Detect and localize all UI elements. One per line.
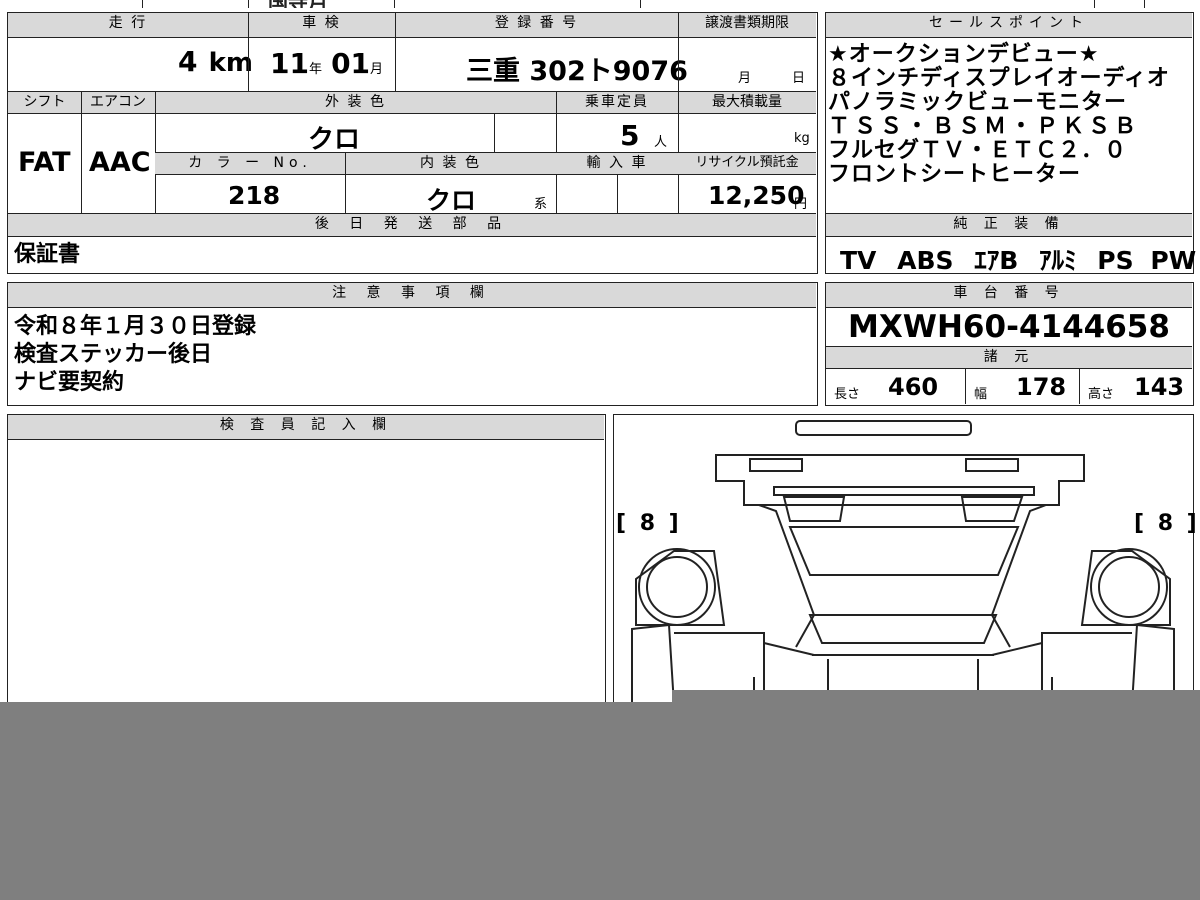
sales-points-list: ★オークションデビュー★ ８インチディスプレイオーディオ パノラミックビューモニ… [828,43,1170,187]
inspector-panel: 検 査 員 記 入 欄 [7,414,606,734]
equipment-item: ｱﾙﾐ [1039,246,1077,275]
import-label: 輸 入 車 [586,155,648,171]
later-parts-label: 後 日 発 送 部 品 [314,216,510,232]
top-strip-fragment: 国寺月 [268,0,368,8]
inspection-label: 車 検 [302,15,341,31]
color-no-value: 218 [228,181,281,210]
chassis-specs-panel: 車 台 番 号 MXWH60-4144658 諸 元 長さ 460 幅 178 … [825,282,1194,406]
interior-color-label: 内 装 色 [420,155,481,171]
equipment-item: TV [840,246,877,275]
sales-point-line: フロントシートヒーター [828,162,1082,187]
shift-label: シフト [23,94,66,110]
shift-value: FAT [18,147,71,178]
aircon-label: エアコン [90,94,146,110]
overlay-notch [672,690,1200,704]
width-value: 178 [1016,373,1067,401]
length-value: 460 [888,373,939,401]
width-label: 幅 [974,387,988,402]
registration-number: 三重 302ト9076 [466,56,688,87]
standard-equipment-label: 純 正 装 備 [953,216,1065,232]
exterior-color-value: クロ [308,125,361,155]
right-damage-marker: [ 8 ] [1134,511,1200,536]
sales-points-label: セールスポイント [929,15,1089,31]
equipment-item: ｴｱB [974,246,1019,275]
sales-point-line: ８インチディスプレイオーディオ [828,66,1170,91]
interior-color-value: クロ [426,186,477,215]
recycle-value: 12,250 [708,181,805,210]
sales-point-line: ＴＳＳ・ＢＳＭ・ＰＫＳＢ [828,114,1141,139]
mileage-value: 4 [178,45,198,78]
car-diagram-panel: [ 8 ] [ 8 ] [613,414,1197,734]
chassis-number: MXWH60-4144658 [848,309,1170,345]
notes-lines: 令和８年１月３０日登録 検査ステッカー後日 ナビ要契約 [14,313,256,397]
capacity-label: 乗車定員 [585,94,649,110]
shift-cell: FAT [8,113,81,213]
note-line: 令和８年１月３０日登録 [14,314,257,339]
transfer-month-unit: 月 [738,71,752,86]
mileage-label: 走 行 [108,15,148,31]
equipment-item: PS [1097,246,1134,275]
aircon-cell: AAC [81,113,155,213]
notes-panel: 注 意 事 項 欄 令和８年１月３０日登録 検査ステッカー後日 ナビ要契約 [7,282,818,406]
interior-color-suffix: 系 [534,197,548,212]
recycle-label: リサイクル預託金 [695,155,799,170]
mileage-value-group: 4 km [178,45,253,78]
height-value: 143 [1134,373,1185,401]
chassis-label: 車 台 番 号 [953,285,1065,301]
registration-label: 登 録 番 号 [494,15,579,31]
mileage-unit: km [208,48,253,78]
notes-label: 注 意 事 項 欄 [332,285,492,301]
left-damage-marker: [ 8 ] [616,511,682,536]
inspection-year: 11 [270,47,309,80]
bottom-overlay [0,702,1200,900]
transfer-day-unit: 日 [792,71,806,86]
sales-point-line: パノラミックビューモニター [828,90,1128,115]
transfer-deadline-label: 譲渡書類期限 [705,15,789,31]
exterior-color-label: 外 装 色 [325,94,386,110]
max-load-unit: kg [794,131,810,146]
vehicle-info-panel: 走 行 車 検 登 録 番 号 譲渡書類期限 4 km 11年 01月 三重 3… [7,12,818,274]
later-parts-value: 保証書 [14,242,81,267]
car-outline-diagram [631,420,1175,715]
height-label: 高さ [1088,387,1115,402]
equipment-item: ABS [897,246,954,275]
sales-point-line: フルセグＴＶ・ＥＴＣ２．０ [828,138,1128,163]
capacity-unit: 人 [654,135,668,150]
top-strip: 国寺月 [0,0,1200,8]
color-no-label: カ ラ ー No. [188,155,312,171]
inspection-year-unit: 年 [308,62,322,77]
sales-point-line: ★オークションデビュー★ [828,42,1100,67]
capacity-value: 5 [620,119,640,152]
specs-label: 諸 元 [983,349,1035,365]
aircon-value: AAC [89,147,151,178]
inspection-month: 01 [331,47,371,80]
note-line: ナビ要契約 [14,370,125,395]
max-load-label: 最大積載量 [712,94,782,110]
standard-equipment-list: TV ABS ｴｱB ｱﾙﾐ PS PW [840,241,1196,277]
sales-points-panel: セールスポイント ★オークションデビュー★ ８インチディスプレイオーディオ パノ… [825,12,1196,277]
note-line: 検査ステッカー後日 [14,342,213,367]
equipment-item: PW [1150,246,1197,275]
inspection-value-group: 11年 01月 [270,47,383,80]
length-label: 長さ [834,387,861,402]
inspection-month-unit: 月 [370,62,384,77]
inspector-label: 検 査 員 記 入 欄 [219,417,393,433]
recycle-unit: 円 [794,197,808,212]
